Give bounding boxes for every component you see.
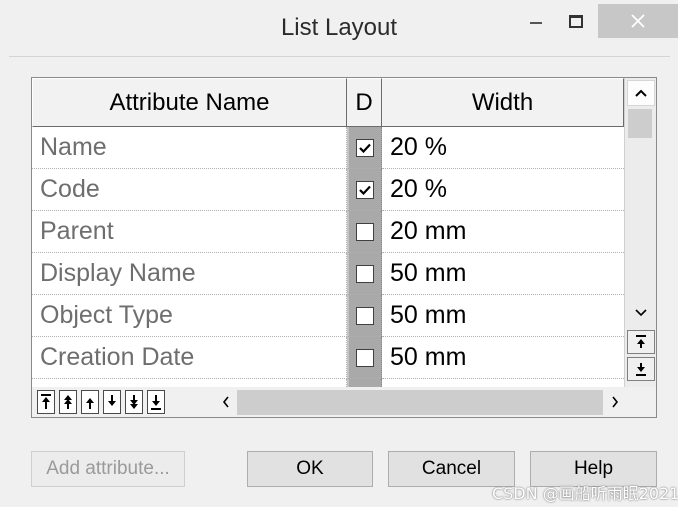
close-button[interactable] bbox=[598, 4, 678, 38]
scroll-left-button[interactable] bbox=[215, 389, 237, 415]
width-cell[interactable]: 50 mm bbox=[382, 295, 624, 337]
display-checkbox-cell bbox=[347, 169, 382, 211]
vertical-scrollbar[interactable] bbox=[624, 78, 656, 387]
display-checkbox-cell bbox=[347, 337, 382, 379]
horizontal-scroll-thumb[interactable] bbox=[237, 390, 603, 415]
width-cell[interactable]: 20 mm bbox=[382, 211, 624, 253]
grid-toolbar bbox=[32, 387, 656, 417]
display-checkbox[interactable] bbox=[356, 180, 374, 199]
scroll-to-bottom-button[interactable] bbox=[627, 357, 655, 381]
attribute-name-cell[interactable]: Object Type bbox=[32, 295, 347, 337]
move-to-top-icon bbox=[41, 394, 51, 409]
minimize-button[interactable] bbox=[518, 4, 554, 38]
move-up-page-icon bbox=[64, 395, 72, 409]
scroll-down-button[interactable] bbox=[627, 300, 655, 326]
move-up-button[interactable] bbox=[81, 390, 99, 414]
display-checkbox[interactable] bbox=[356, 348, 374, 367]
column-header-width[interactable]: Width bbox=[382, 78, 624, 127]
checkmark-icon bbox=[359, 143, 371, 153]
scroll-to-bottom-icon bbox=[636, 363, 646, 376]
chevron-up-icon bbox=[635, 89, 647, 97]
attribute-name-cell[interactable]: Code bbox=[32, 169, 347, 211]
table-row[interactable]: Name 20 % bbox=[32, 127, 624, 169]
display-checkbox-cell bbox=[347, 253, 382, 295]
move-to-top-button[interactable] bbox=[37, 390, 55, 414]
column-header-attribute-name[interactable]: Attribute Name bbox=[32, 78, 347, 127]
minimize-icon bbox=[530, 22, 542, 24]
watermark: CSDN @画船听雨眠2021 bbox=[492, 484, 678, 503]
table-row[interactable]: Creation Date 50 mm bbox=[32, 337, 624, 379]
scroll-to-top-button[interactable] bbox=[627, 330, 655, 354]
move-down-icon bbox=[108, 395, 116, 406]
table-row[interactable]: Parent 20 mm bbox=[32, 211, 624, 253]
display-checkbox[interactable] bbox=[356, 306, 374, 325]
move-down-button[interactable] bbox=[103, 390, 121, 414]
scroll-thumb[interactable] bbox=[628, 109, 652, 138]
width-cell[interactable]: 20 % bbox=[382, 169, 624, 211]
attribute-name-cell[interactable]: Name bbox=[32, 127, 347, 169]
display-checkbox[interactable] bbox=[356, 222, 374, 241]
move-to-bottom-icon bbox=[151, 395, 161, 410]
checkmark-icon bbox=[359, 185, 371, 195]
ok-button[interactable]: OK bbox=[247, 451, 373, 487]
display-checkbox-cell bbox=[347, 127, 382, 169]
table-row[interactable]: Display Name 50 mm bbox=[32, 253, 624, 295]
display-checkbox-cell bbox=[347, 211, 382, 253]
maximize-icon bbox=[569, 14, 583, 28]
chevron-left-icon bbox=[222, 396, 229, 408]
display-checkbox-cell bbox=[347, 295, 382, 337]
chevron-right-icon bbox=[612, 396, 619, 408]
move-up-icon bbox=[86, 398, 94, 409]
chevron-down-icon bbox=[635, 309, 647, 317]
move-down-page-icon bbox=[130, 395, 138, 409]
move-down-page-button[interactable] bbox=[125, 390, 143, 414]
display-checkbox[interactable] bbox=[356, 138, 374, 157]
maximize-button[interactable] bbox=[558, 4, 594, 38]
move-up-page-button[interactable] bbox=[59, 390, 77, 414]
width-cell[interactable]: 20 % bbox=[382, 127, 624, 169]
close-icon bbox=[631, 14, 645, 28]
scroll-up-button[interactable] bbox=[627, 80, 655, 106]
width-cell[interactable]: 50 mm bbox=[382, 253, 624, 295]
scroll-to-top-icon bbox=[636, 335, 646, 348]
attribute-name-cell[interactable]: Display Name bbox=[32, 253, 347, 295]
width-cell[interactable]: 50 mm bbox=[382, 337, 624, 379]
table-row[interactable]: Code 20 % bbox=[32, 169, 624, 211]
attribute-name-cell[interactable]: Creation Date bbox=[32, 337, 347, 379]
display-checkbox[interactable] bbox=[356, 264, 374, 283]
move-to-bottom-button[interactable] bbox=[147, 390, 165, 414]
scroll-right-button[interactable] bbox=[604, 389, 626, 415]
table-row[interactable]: Object Type 50 mm bbox=[32, 295, 624, 337]
attribute-grid[interactable]: Attribute Name D Width Name 20 % Code 20 % P… bbox=[31, 77, 657, 418]
column-header-display[interactable]: D bbox=[347, 78, 382, 127]
add-attribute-button[interactable]: Add attribute... bbox=[31, 451, 185, 487]
title-bar: List Layout bbox=[0, 0, 678, 58]
attribute-name-cell[interactable]: Parent bbox=[32, 211, 347, 253]
